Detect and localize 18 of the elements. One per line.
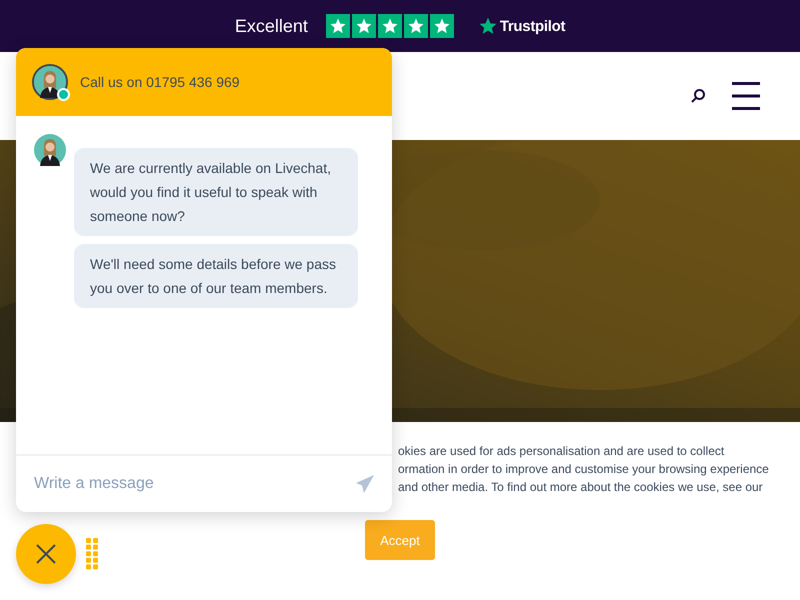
menu-icon[interactable] <box>732 82 760 110</box>
close-icon <box>35 543 57 565</box>
brand-name: Trustpilot <box>500 18 566 34</box>
call-us-text: Call us on 01795 436 969 <box>80 74 240 90</box>
accept-button[interactable]: Accept <box>365 520 435 560</box>
chat-message: We'll need some details before we pass you over to one of our team members. <box>74 244 358 308</box>
star-icon <box>478 16 498 36</box>
drag-handle-icon[interactable] <box>86 538 98 570</box>
rating-label: Excellent <box>234 16 308 36</box>
agent-avatar <box>34 134 66 166</box>
close-button[interactable] <box>16 524 76 584</box>
cookie-text: okies are used for ads personalisation and are used to collect <box>398 443 724 460</box>
cookie-text: and other media. To find out more about the cookies we use, see our <box>398 479 763 496</box>
agent-avatar <box>34 66 66 98</box>
search-icon[interactable] <box>690 88 706 104</box>
cookie-text: ormation in order to improve and customise your browsing experience <box>398 461 769 478</box>
chat-message: We are currently available on Livechat, would you find it useful to speak with someone now? <box>74 148 358 236</box>
message-field[interactable]: Write a message <box>32 474 356 494</box>
